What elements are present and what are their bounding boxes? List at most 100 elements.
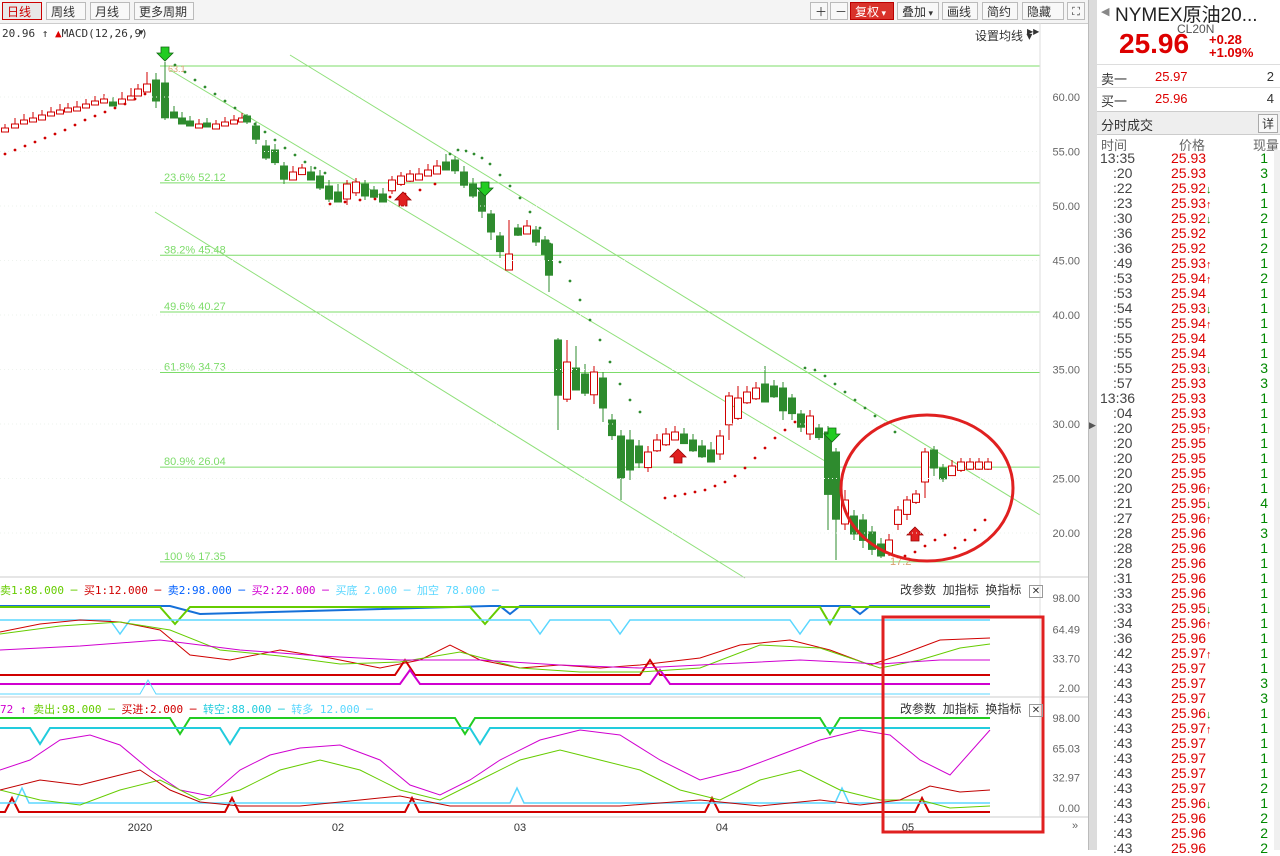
candle-body [752, 387, 760, 400]
panel2-tick-label: 98.00 [1052, 713, 1080, 725]
tick-price: 25.95↑ [1171, 420, 1212, 436]
panel1-tick-label: 98.00 [1052, 593, 1080, 605]
sar-dot-red [713, 484, 717, 488]
panel1-switch-indicator-button[interactable]: 换指标 [985, 583, 1021, 597]
tick-time: :57 [1113, 375, 1133, 391]
quote-panel: ◀ NYMEX原油20... CL20N 25.96 +0.28 +1.09% … [1097, 0, 1280, 856]
tick-volume: 1 [1260, 630, 1268, 646]
tick-price: 25.97 [1171, 690, 1207, 706]
detail-button[interactable]: 详 [1257, 114, 1278, 133]
tick-volume: 2 [1260, 210, 1268, 226]
sar-dot-green [183, 70, 187, 74]
sar-dot-red [373, 197, 377, 201]
panel2-legend-item: 卖出:98.000 ─ [33, 703, 122, 716]
fib-label: 100 % 17.35 [164, 551, 226, 563]
panel2-params-button[interactable]: 改参数 [900, 702, 936, 716]
tick-time: :20 [1113, 420, 1133, 436]
sar-dot-red [763, 446, 767, 450]
tick-row: :55 25.94 1 [1097, 345, 1280, 361]
candle-body [370, 189, 378, 198]
chart-area[interactable]: 23.6% 52.1238.2% 45.4849.6% 40.2761.8% 3… [0, 0, 1088, 850]
candle-body [178, 117, 186, 125]
candle-body [82, 103, 90, 109]
candle-body [590, 371, 598, 396]
tick-volume: 1 [1260, 405, 1268, 421]
collapse-arrow-icon[interactable]: ▶ [1089, 420, 1096, 431]
panel1-close-icon[interactable]: ✕ [1028, 585, 1044, 598]
panel1-legend: 卖1:88.000 ─ 买1:12.000 ─ 卖2:98.000 ─ 买2:2… [0, 582, 499, 598]
candle-body [143, 83, 151, 93]
date-axis: 2020 02 03 04 05 [128, 822, 914, 834]
tick-volume: 1 [1260, 345, 1268, 361]
scroll-right-icon[interactable]: » [1072, 820, 1078, 832]
bid-volume: 4 [1266, 91, 1274, 106]
tick-price: 25.93 [1171, 405, 1207, 421]
sar-dot-green [588, 318, 592, 322]
tick-row: :43 25.96 2 [1097, 840, 1280, 856]
tick-row: :54 25.93↓ 1 [1097, 300, 1280, 316]
tick-time: :54 [1113, 300, 1133, 316]
tick-price: 25.96↑ [1171, 510, 1212, 526]
tick-time: :55 [1113, 330, 1133, 346]
candle-body [948, 465, 956, 477]
panel2-close-icon[interactable]: ✕ [1028, 704, 1044, 717]
channel-line-upper [289, 54, 1041, 516]
panel1-params-button[interactable]: 改参数 [900, 583, 936, 597]
back-icon[interactable]: ◀ [1101, 5, 1109, 18]
panel1-add-indicator-button[interactable]: 加指标 [943, 583, 979, 597]
candle-body [957, 461, 965, 471]
tick-time: :04 [1113, 405, 1133, 421]
candle-body [662, 433, 670, 446]
tick-time: :28 [1113, 555, 1133, 571]
sar-dot-green [833, 382, 837, 386]
tick-row: :42 25.97↑ 1 [1097, 645, 1280, 661]
candle-body [523, 225, 531, 235]
tick-row: :43 25.97 1 [1097, 660, 1280, 676]
fib-label: 80.9% 26.04 [164, 456, 226, 468]
tick-time: :55 [1113, 345, 1133, 361]
panel1-base-line [0, 678, 990, 695]
ticks-scrollbar[interactable] [1274, 150, 1280, 850]
tick-price: 25.97 [1171, 675, 1207, 691]
panel2-add-indicator-button[interactable]: 加指标 [943, 702, 979, 716]
tick-time: :43 [1113, 750, 1133, 766]
tick-time: :20 [1113, 450, 1133, 466]
tick-price: 25.96↓ [1171, 795, 1212, 811]
tick-volume: 3 [1260, 375, 1268, 391]
tick-time: :42 [1113, 645, 1133, 661]
sar-dot-red [53, 132, 57, 136]
tick-time: :22 [1113, 180, 1133, 196]
candle-body [788, 397, 796, 415]
candle-body [806, 415, 814, 435]
candle-body [734, 397, 742, 419]
sar-dot-green [618, 382, 622, 386]
tick-time: :43 [1113, 720, 1133, 736]
price-tick-label: 40.00 [1052, 310, 1080, 322]
candle-body [617, 435, 625, 479]
tick-row: :43 25.96↓ 1 [1097, 795, 1280, 811]
tick-time: :28 [1113, 525, 1133, 541]
panel1-legend-item: 加空 78.000 ─ [417, 584, 499, 597]
tick-time: :21 [1113, 495, 1133, 511]
sar-dot-red [983, 518, 987, 522]
panel2-switch-indicator-button[interactable]: 换指标 [985, 702, 1021, 716]
tick-volume: 1 [1260, 465, 1268, 481]
tick-price: 25.93 [1171, 375, 1207, 391]
sar-dot-green [518, 196, 522, 200]
candle-body [894, 509, 902, 525]
date-tick-label: 04 [716, 822, 728, 834]
tick-volume: 3 [1260, 525, 1268, 541]
tick-price: 25.96↑ [1171, 480, 1212, 496]
tick-price: 25.97↑ [1171, 720, 1212, 736]
candle-body [307, 171, 315, 181]
tick-volume: 1 [1260, 300, 1268, 316]
tick-price: 25.93 [1171, 150, 1207, 166]
tick-row: :20 25.95 1 [1097, 465, 1280, 481]
tick-row: :53 25.94↑ 2 [1097, 270, 1280, 286]
price-tick-label: 60.00 [1052, 92, 1080, 104]
tick-row: :28 25.96 1 [1097, 555, 1280, 571]
tick-volume: 3 [1260, 165, 1268, 181]
tick-price: 25.95 [1171, 435, 1207, 451]
sar-dot-green [598, 338, 602, 342]
tick-row: :28 25.96 1 [1097, 540, 1280, 556]
